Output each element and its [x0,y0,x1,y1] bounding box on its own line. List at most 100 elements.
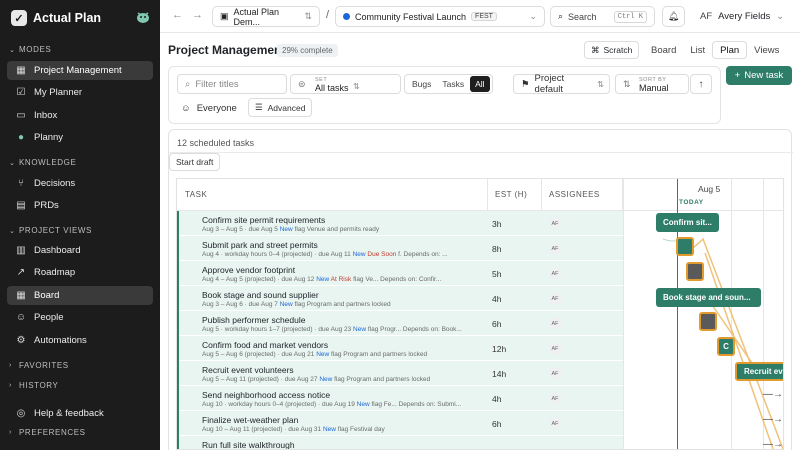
nav-help-feedback[interactable]: ◎ Help & feedback [7,404,153,423]
sort-select[interactable]: ⇅ SORT BY Manual [615,74,689,94]
forward-arrow-icon[interactable]: → [192,9,203,21]
task-name[interactable]: Send neighborhood access notice [202,390,330,400]
set-select[interactable]: ⊜ SET All tasks ⇅ [290,74,401,94]
task-name[interactable]: Confirm food and market vendors [202,340,328,350]
section-modes[interactable]: ⌄ MODES [9,45,51,54]
task-name[interactable]: Finalize wet-weather plan [202,415,298,425]
scratch-button[interactable]: ⌘ Scratch [584,41,640,59]
view-list[interactable]: List [683,41,712,59]
task-name[interactable]: Submit park and street permits [202,240,318,250]
task-name[interactable]: Confirm site permit requirements [202,215,325,225]
section-knowledge[interactable]: ⌄ KNOWLEDGE [9,158,76,167]
view-views[interactable]: Views [747,41,786,59]
people-icon: ☺ [15,312,27,323]
nav-prds[interactable]: ▤ PRDs [7,196,153,215]
view-board[interactable]: Board [644,41,683,59]
gantt-bar-submit-permits[interactable] [676,237,694,256]
column-est[interactable]: EST (H) [495,179,527,210]
nav-project-management[interactable]: ▦ Project Management [7,61,153,80]
chevron-down-icon: ⌄ [9,227,16,235]
gantt-bar-confirm-permit[interactable]: Confirm sit... [656,213,719,232]
brand[interactable]: ✓ Actual Plan [11,8,101,28]
assignee-avatar[interactable]: AF [549,418,561,429]
arrow-right-icon[interactable]: —→ [763,389,783,400]
arrow-right-icon[interactable]: —→ [763,439,783,449]
nav-roadmap[interactable]: ↗ Roadmap [7,263,153,282]
assignee-avatar[interactable]: AF [549,243,561,254]
type-all[interactable]: All [470,76,490,92]
section-favorites[interactable]: › FAVORITES [9,361,69,370]
task-name[interactable]: Book stage and sound supplier [202,290,319,300]
assignee-avatar[interactable]: AF [549,218,561,229]
row-accent [177,286,179,311]
nav-inbox[interactable]: ▭ Inbox [7,106,153,125]
planny-mascot-icon[interactable] [135,10,151,24]
nav-automations[interactable]: ⚙ Automations [7,331,153,350]
gantt-bar-book-stage[interactable]: Book stage and soun... [656,288,761,307]
type-tasks[interactable]: Tasks [437,76,469,92]
assignee-filter[interactable]: ☺ Everyone [181,99,237,117]
task-row[interactable]: Book stage and sound supplier Aug 3 – Aug… [177,286,623,311]
scheduled-count: 12 scheduled tasks [177,138,255,148]
nav-my-planner[interactable]: ☑ My Planner [7,83,153,102]
advanced-button[interactable]: ☰ Advanced [248,98,313,117]
sort-direction-button[interactable]: ↑ [690,74,712,94]
task-estimate[interactable]: 6h [492,419,501,429]
task-name[interactable]: Approve vendor footprint [202,265,295,275]
task-estimate[interactable]: 6h [492,319,501,329]
assignee-avatar[interactable]: AF [549,393,561,404]
task-name[interactable]: Recruit event volunteers [202,365,294,375]
task-row[interactable]: Confirm site permit requirements Aug 3 – … [177,211,623,236]
task-name[interactable]: Run full site walkthrough [202,440,295,449]
task-estimate[interactable]: 14h [492,369,506,379]
project-switcher[interactable]: Community Festival Launch FEST ⌄ [335,6,545,27]
task-row[interactable]: Recruit event volunteers Aug 5 – Aug 11 (… [177,361,623,386]
user-menu[interactable]: AF Avery Fields ⌄ [700,11,784,22]
section-history[interactable]: › HISTORY [9,381,58,390]
type-bugs[interactable]: Bugs [407,76,436,92]
task-row[interactable]: Finalize wet-weather plan Aug 10 – Aug 11… [177,411,623,436]
assignee-avatar[interactable]: AF [549,343,561,354]
app-logo-icon: ✓ [11,10,27,26]
gantt-bar-recruit-volunteers[interactable]: Recruit eve [735,362,783,381]
assignee-avatar[interactable]: AF [549,318,561,329]
arrow-right-icon[interactable]: —→ [763,414,783,425]
section-project-views[interactable]: ⌄ PROJECT VIEWS [9,226,92,235]
task-row[interactable]: Confirm food and market vendors Aug 5 – A… [177,336,623,361]
task-row[interactable]: Send neighborhood access notice Aug 10 · … [177,386,623,411]
nav-planny[interactable]: ● Planny [7,128,153,147]
task-estimate[interactable]: 5h [492,269,501,279]
search-button[interactable]: ⌕ Search Ctrl K [550,6,655,27]
gantt-bar-confirm-food[interactable]: C [717,337,735,356]
task-estimate[interactable]: 12h [492,344,506,354]
task-row[interactable]: Submit park and street permits Aug 4 · wo… [177,236,623,261]
task-estimate[interactable]: 8h [492,244,501,254]
task-row[interactable]: Run full site walkthrough [177,436,623,449]
nav-dashboard[interactable]: ▥ Dashboard [7,241,153,260]
notifications-button[interactable]: 🔔︎ [662,6,685,27]
project-default-select[interactable]: ⚑ Project default ⇅ [513,73,610,95]
task-estimate[interactable]: 3h [492,219,501,229]
task-estimate[interactable]: 4h [492,294,501,304]
column-task[interactable]: TASK [185,179,207,210]
assignee-avatar[interactable]: AF [549,268,561,279]
view-plan[interactable]: Plan [712,41,748,59]
new-task-button[interactable]: + New task [726,66,792,85]
gantt-bar-publish-schedule[interactable] [699,312,717,331]
back-arrow-icon[interactable]: ← [172,9,183,21]
task-name[interactable]: Publish performer schedule [202,315,305,325]
nav-decisions[interactable]: ⑂ Decisions [7,174,153,193]
task-row[interactable]: Publish performer schedule Aug 5 · workda… [177,311,623,336]
nav-board[interactable]: ▦ Board [7,286,153,305]
section-preferences[interactable]: › PREFERENCES [9,428,86,437]
filter-titles-input[interactable]: ⌕ Filter titles [177,74,287,94]
task-estimate[interactable]: 4h [492,394,501,404]
column-assignees[interactable]: ASSIGNEES [549,179,600,210]
assignee-avatar[interactable]: AF [549,293,561,304]
task-row[interactable]: Approve vendor footprint Aug 4 – Aug 5 (p… [177,261,623,286]
start-draft-button[interactable]: Start draft [169,153,221,171]
assignee-avatar[interactable]: AF [549,368,561,379]
nav-people[interactable]: ☺ People [7,308,153,327]
workspace-switcher[interactable]: ▣ Actual Plan Dem... ⇅ [212,6,320,27]
gantt-bar-approve-vendor[interactable] [686,262,704,281]
